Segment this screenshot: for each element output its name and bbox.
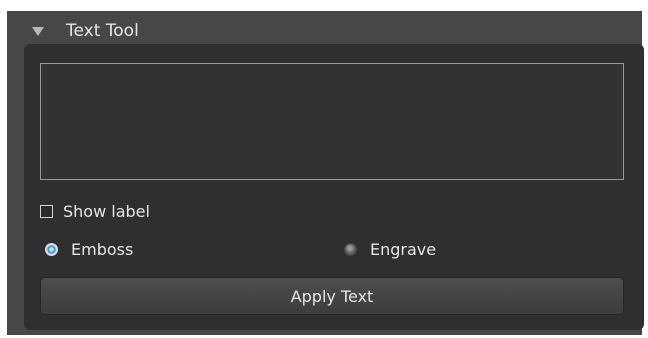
engrave-radio[interactable]: Engrave xyxy=(344,238,436,260)
radio-selected-icon[interactable] xyxy=(45,242,58,256)
checkbox-box[interactable] xyxy=(40,204,53,218)
engrave-label: Engrave xyxy=(370,239,437,259)
panel-header[interactable]: Text Tool xyxy=(7,11,642,44)
text-input[interactable] xyxy=(40,63,624,180)
emboss-label: Emboss xyxy=(71,239,134,259)
panel-title: Text Tool xyxy=(66,21,139,41)
panel-content: Show label Emboss Engrave Apply Text xyxy=(24,44,644,330)
text-tool-panel: Text Tool Show label Emboss Engrave Appl… xyxy=(7,11,644,335)
collapse-arrow-icon[interactable] xyxy=(32,27,44,36)
apply-text-button[interactable]: Apply Text xyxy=(40,277,624,315)
show-label-label: Show label xyxy=(63,201,150,221)
emboss-radio[interactable]: Emboss xyxy=(45,238,133,260)
show-label-checkbox[interactable]: Show label xyxy=(40,200,150,222)
radio-unselected-icon[interactable] xyxy=(344,242,357,256)
